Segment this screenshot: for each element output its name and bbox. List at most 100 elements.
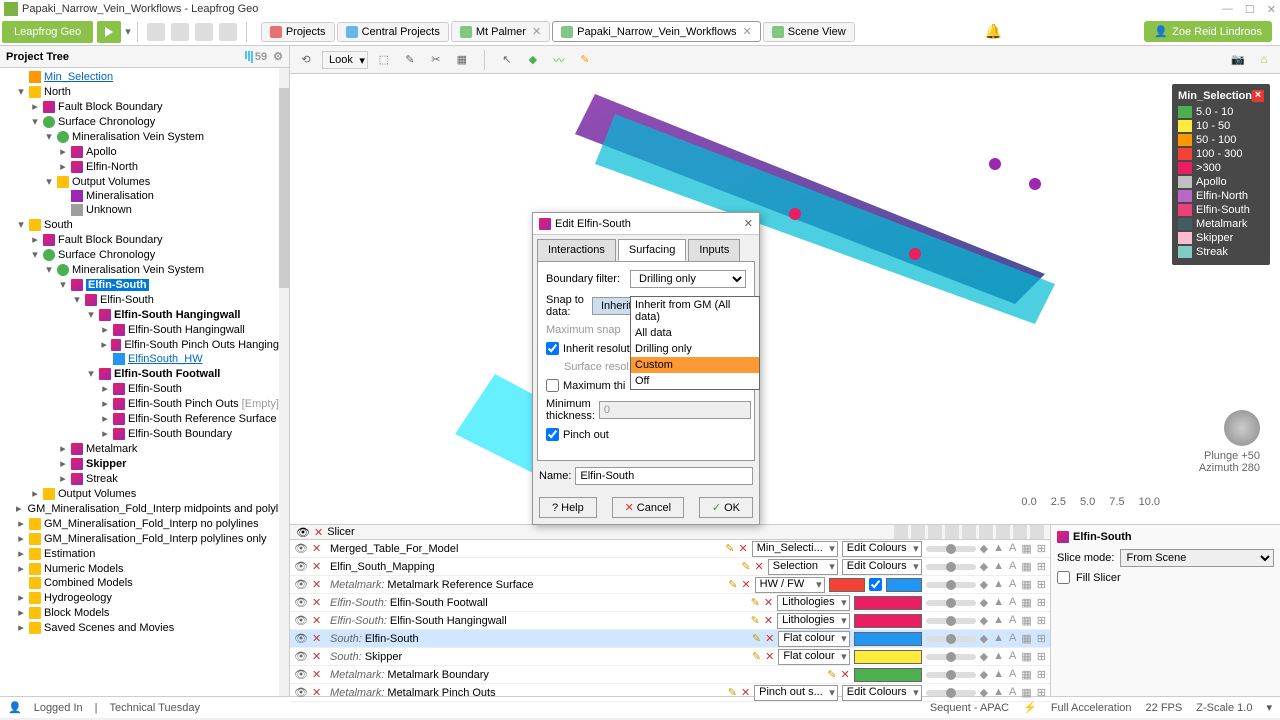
layer-tool-icons[interactable]: ◆▲A▦⊞	[980, 668, 1046, 681]
color-edit-button[interactable]: Edit Colours	[842, 541, 922, 557]
opacity-slider[interactable]	[926, 600, 976, 606]
visibility-icon[interactable]: 👁	[294, 596, 308, 609]
dialog-tab[interactable]: Surfacing	[618, 239, 686, 261]
max-thickness-checkbox[interactable]	[546, 379, 559, 392]
tool-icon[interactable]: ✎	[575, 50, 595, 70]
close-icon[interactable]: ✕	[1267, 3, 1276, 16]
edit-icon[interactable]: ✎	[752, 650, 761, 663]
tab-close-icon[interactable]: ✕	[743, 25, 752, 38]
remove-icon[interactable]: ✕	[312, 686, 326, 699]
layer-row[interactable]: 👁 ✕ Metalmark:Metalmark Reference Surfac…	[290, 576, 1050, 594]
color-swatch[interactable]	[854, 632, 922, 646]
document-tab[interactable]: Mt Palmer✕	[451, 21, 550, 42]
edit-icon[interactable]: ✎	[728, 578, 737, 591]
visibility-icon[interactable]: 👁	[294, 614, 308, 627]
layer-row[interactable]: 👁 ✕ Elfin_South_Mapping ✎ ✕ Selection Ed…	[290, 558, 1050, 576]
camera-icon[interactable]: 📷	[1228, 50, 1248, 70]
dialog-titlebar[interactable]: Edit Elfin-South ✕	[533, 213, 759, 235]
fill-slicer-checkbox[interactable]	[1057, 571, 1070, 584]
visibility-icon[interactable]: 👁	[294, 668, 308, 681]
style-select[interactable]: Flat colour	[778, 631, 849, 647]
opacity-slider[interactable]	[926, 618, 976, 624]
edit-icon[interactable]: ✎	[728, 686, 737, 699]
remove-icon[interactable]: ✕	[312, 650, 326, 663]
window-controls[interactable]: — ☐ ✕	[1222, 3, 1276, 16]
inherit-resolution-checkbox[interactable]	[546, 342, 559, 355]
scene-viewport[interactable]: Min_Selection× 5.0 - 1010 - 5050 - 10010…	[290, 74, 1280, 524]
tab-close-icon[interactable]: ✕	[532, 25, 541, 38]
style-select[interactable]: Lithologies	[777, 613, 850, 629]
layer-row[interactable]: 👁 ✕ Metalmark:Metalmark Pinch Outs ✎ ✕ P…	[290, 684, 1050, 702]
style-select[interactable]: Flat colour	[778, 649, 849, 665]
home-icon[interactable]: ⌂	[1254, 50, 1274, 70]
layer-row[interactable]: 👁 ✕ Metalmark:Metalmark Boundary ✎ ✕ ◆▲A…	[290, 666, 1050, 684]
document-tab[interactable]: Central Projects	[337, 22, 449, 42]
remove-icon[interactable]: ✕	[312, 560, 326, 573]
edit-icon[interactable]: ✎	[725, 542, 734, 555]
opacity-slider[interactable]	[926, 636, 976, 642]
visibility-icon[interactable]: 👁	[294, 542, 308, 555]
delete-icon[interactable]: ✕	[765, 650, 774, 663]
tool-icon[interactable]: 〰	[549, 50, 569, 70]
tree-scrollbar[interactable]	[279, 68, 289, 696]
delete-icon[interactable]: ✕	[755, 560, 764, 573]
visibility-icon[interactable]: 👁	[294, 632, 308, 645]
tool-icon[interactable]: ◆	[523, 50, 543, 70]
project-tree[interactable]: Min_Selection ▾North ▸Fault Block Bounda…	[0, 68, 289, 696]
user-badge[interactable]: 👤 Zoe Reid Lindroos	[1144, 21, 1272, 42]
layer-row[interactable]: 👁 ✕ Elfin-South:Elfin-South Hangingwall …	[290, 612, 1050, 630]
color-swatch[interactable]	[854, 650, 922, 664]
style-select[interactable]: Lithologies	[777, 595, 850, 611]
delete-icon[interactable]: ✕	[840, 668, 849, 681]
opacity-slider[interactable]	[926, 654, 976, 660]
slice-mode-select[interactable]: From Scene	[1120, 549, 1274, 567]
toolbar-icon[interactable]	[147, 23, 165, 41]
opacity-slider[interactable]	[926, 564, 976, 570]
dropdown-option[interactable]: Inherit from GM (All data)	[631, 297, 759, 325]
remove-icon[interactable]: ✕	[312, 596, 326, 609]
layer-row[interactable]: 👁 ✕ Merged_Table_For_Model ✎ ✕ Min_Selec…	[290, 540, 1050, 558]
color-swatch[interactable]	[886, 578, 922, 592]
color-swatch[interactable]	[854, 668, 922, 682]
document-tab[interactable]: Papaki_Narrow_Vein_Workflows✕	[552, 21, 761, 42]
style-select[interactable]: Pinch out s...	[754, 685, 838, 701]
dialog-close-icon[interactable]: ✕	[744, 217, 753, 230]
cancel-button[interactable]: ✕Cancel	[612, 497, 684, 518]
tool-icon[interactable]: ✂	[426, 50, 446, 70]
app-badge[interactable]: Leapfrog Geo	[2, 21, 93, 43]
toolbar-icon[interactable]	[171, 23, 189, 41]
tool-icon[interactable]: ▦	[452, 50, 472, 70]
delete-icon[interactable]: ✕	[739, 542, 748, 555]
look-dropdown[interactable]: Look▾	[322, 51, 368, 69]
visibility-icon[interactable]: 👁	[294, 686, 308, 699]
color-swatch[interactable]	[854, 614, 922, 628]
visibility-icon[interactable]: 👁	[294, 560, 308, 573]
layer-tool-icons[interactable]: ◆▲A▦⊞	[980, 596, 1046, 609]
style-select[interactable]: Selection	[768, 559, 838, 575]
visibility-icon[interactable]: 👁	[294, 650, 308, 663]
tool-icon[interactable]: ⬚	[374, 50, 394, 70]
opacity-slider[interactable]	[926, 672, 976, 678]
delete-icon[interactable]: ✕	[741, 686, 750, 699]
edit-icon[interactable]: ✎	[751, 614, 760, 627]
edit-icon[interactable]: ✎	[751, 596, 760, 609]
style-select[interactable]: Min_Selecti...	[752, 541, 838, 557]
dropdown-option[interactable]: Drilling only	[631, 341, 759, 357]
help-button[interactable]: ?Help	[539, 497, 597, 518]
remove-icon[interactable]: ✕	[312, 578, 326, 591]
layer-tool-icons[interactable]: ◆▲A▦⊞	[980, 632, 1046, 645]
dropdown-option[interactable]: All data	[631, 325, 759, 341]
ok-button[interactable]: ✓OK	[699, 497, 753, 518]
visibility-icon[interactable]: 👁	[294, 578, 308, 591]
layer-tool-icons[interactable]: ◆▲A▦⊞	[980, 578, 1046, 591]
color-edit-button[interactable]: Edit Colours	[842, 559, 922, 575]
edit-icon[interactable]: ✎	[741, 560, 750, 573]
remove-icon[interactable]: ✕	[312, 614, 326, 627]
run-button[interactable]	[97, 21, 121, 43]
color-swatch[interactable]	[854, 596, 922, 610]
run-dropdown-icon[interactable]: ▾	[125, 25, 131, 38]
dialog-tab[interactable]: Inputs	[688, 239, 740, 261]
edit-icon[interactable]: ✎	[827, 668, 836, 681]
maximize-icon[interactable]: ☐	[1245, 3, 1255, 16]
edit-icon[interactable]: ✎	[752, 632, 761, 645]
